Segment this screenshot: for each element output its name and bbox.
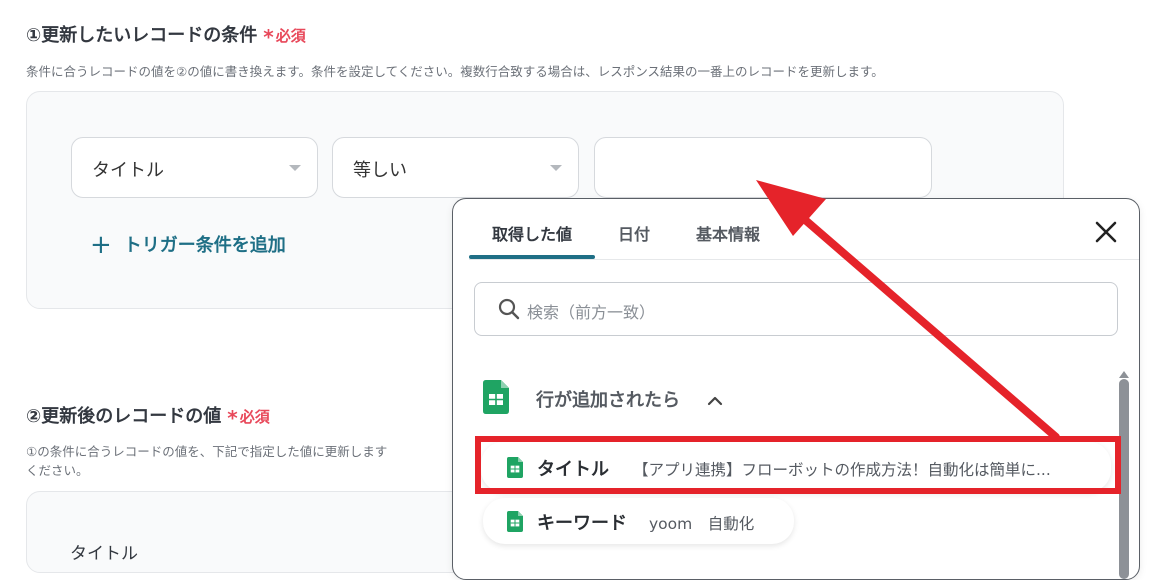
annotation-arrow (756, 180, 1060, 441)
